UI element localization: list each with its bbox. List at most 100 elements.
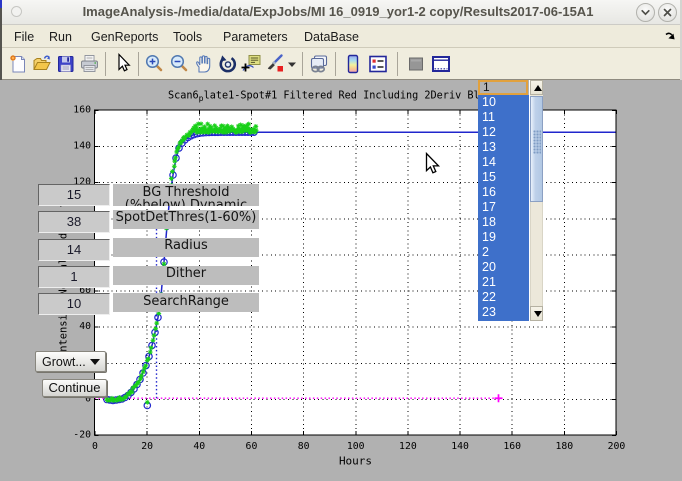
link-plot-button[interactable] [308, 53, 330, 75]
new-figure-button[interactable] [8, 53, 30, 75]
spot-number-popup: 1 10111213141516171819220212223 [478, 80, 543, 321]
x-tick-label: 60 [246, 441, 258, 452]
searchrange-input[interactable] [38, 293, 110, 315]
list-item[interactable]: 14 [478, 155, 529, 170]
title-bar: ImageAnalysis-/media/data/ExpJobs/MI 16_… [0, 0, 682, 25]
menu-bar: File Run GenReports Tools Parameters Dat… [0, 25, 682, 48]
chevron-down-icon [640, 7, 651, 18]
dropdown-arrow-icon [90, 359, 100, 365]
x-tick-label: 80 [298, 441, 310, 452]
x-tick-label: 160 [503, 441, 521, 452]
list-item[interactable]: 21 [478, 275, 529, 290]
list-item[interactable]: 12 [478, 125, 529, 140]
menu-tools[interactable]: Tools [171, 28, 204, 46]
menu-genreports[interactable]: GenReports [89, 28, 160, 46]
scroll-up-button[interactable] [530, 80, 543, 95]
window-title: ImageAnalysis-/media/data/ExpJobs/MI 16_… [0, 0, 676, 24]
spot-number-list[interactable]: 10111213141516171819220212223 [478, 95, 529, 321]
spotdetthres-label: SpotDetThres(1-60%) [113, 210, 259, 229]
growth-dropdown-label: Growt... [42, 354, 86, 370]
y-tick-label: -20 [73, 430, 91, 441]
y-tick-label: 160 [73, 105, 91, 116]
edit-plot-button[interactable] [112, 53, 134, 75]
bg-threshold-label: BG Threshold(%below) Dynamic [113, 184, 259, 206]
series-raw-data-outlier [145, 400, 150, 405]
close-icon [662, 7, 673, 18]
figure-window: ImageAnalysis-/media/data/ExpJobs/MI 16_… [0, 0, 682, 481]
scrollbar-thumb[interactable] [530, 96, 543, 202]
x-tick-label: 20 [141, 441, 153, 452]
list-item[interactable]: 16 [478, 185, 529, 200]
list-item[interactable]: 15 [478, 170, 529, 185]
list-item[interactable]: 22 [478, 290, 529, 305]
list-item[interactable]: 18 [478, 215, 529, 230]
spotdetthres-input[interactable] [38, 211, 110, 233]
list-item[interactable]: 2 [478, 245, 529, 260]
open-file-button[interactable] [31, 53, 53, 75]
list-item[interactable]: 17 [478, 200, 529, 215]
toolbar-separator [138, 52, 139, 76]
zoom-in-button[interactable] [144, 53, 166, 75]
popup-scrollbar[interactable] [529, 80, 543, 321]
window-corner-notch [0, 0, 2, 8]
brush-dropdown-caret[interactable] [287, 53, 297, 75]
x-tick-label: 40 [193, 441, 205, 452]
searchrange-label: SearchRange [113, 293, 259, 312]
scrollbar-track[interactable] [530, 202, 543, 306]
menu-overflow-arrow-icon[interactable] [665, 32, 676, 41]
dither-label: Dither [113, 266, 259, 285]
figure-canvas: 020406080100120140160180200-200204060801… [0, 80, 682, 481]
mouse-cursor [425, 152, 441, 175]
show-plot-tools-button[interactable] [430, 53, 452, 75]
list-item[interactable]: 13 [478, 140, 529, 155]
menu-database[interactable]: DataBase [302, 28, 361, 46]
x-tick-label: 140 [451, 441, 469, 452]
radius-label: Radius [113, 238, 259, 257]
list-item[interactable]: 20 [478, 260, 529, 275]
toolbar-separator [302, 52, 303, 76]
menu-parameters[interactable]: Parameters [221, 28, 290, 46]
rotate-3d-button[interactable] [217, 53, 239, 75]
menu-run[interactable]: Run [47, 28, 74, 46]
print-figure-button[interactable] [79, 53, 101, 75]
list-item[interactable]: 19 [478, 230, 529, 245]
y-tick-label: 140 [73, 141, 91, 152]
insert-colorbar-button[interactable] [342, 53, 364, 75]
x-tick-label: 100 [347, 441, 365, 452]
data-cursor-button[interactable] [241, 53, 263, 75]
scroll-up-icon [534, 85, 542, 91]
close-button[interactable] [658, 3, 677, 22]
x-tick-label: 200 [608, 441, 626, 452]
plot-title: Scan6plate1-Spot#1 Filtered Red Includin… [168, 91, 486, 104]
continue-button[interactable]: Continue [42, 379, 107, 397]
scroll-down-icon [534, 311, 542, 317]
dither-input[interactable] [38, 266, 110, 288]
scrollbar-grip [533, 130, 541, 154]
insert-legend-button[interactable] [367, 53, 389, 75]
save-figure-button[interactable] [55, 53, 77, 75]
y-tick-label: 40 [79, 321, 91, 332]
menu-file[interactable]: File [12, 28, 36, 46]
bg-threshold-input[interactable] [38, 184, 110, 206]
toolbar-separator [335, 52, 336, 76]
radius-input[interactable] [38, 239, 110, 261]
list-item[interactable]: 23 [478, 305, 529, 320]
growth-model-dropdown[interactable]: Growt... [35, 351, 106, 372]
list-item[interactable]: 10 [478, 95, 529, 110]
spot-number-editor[interactable]: 1 [478, 80, 528, 95]
toolbar-separator [105, 52, 106, 76]
x-tick-label: 0 [92, 441, 98, 452]
brush-data-button[interactable] [265, 53, 287, 75]
toolbar [0, 48, 682, 80]
x-axis-label: Hours [339, 455, 372, 468]
x-tick-label: 180 [555, 441, 573, 452]
pan-button[interactable] [193, 53, 215, 75]
scroll-down-button[interactable] [530, 306, 543, 321]
toolbar-separator [397, 52, 398, 76]
hide-plot-tools-button[interactable] [405, 53, 427, 75]
list-item[interactable]: 11 [478, 110, 529, 125]
zoom-out-button[interactable] [169, 53, 191, 75]
window-left-border [0, 0, 2, 80]
x-tick-label: 120 [399, 441, 417, 452]
shade-button[interactable] [636, 3, 655, 22]
